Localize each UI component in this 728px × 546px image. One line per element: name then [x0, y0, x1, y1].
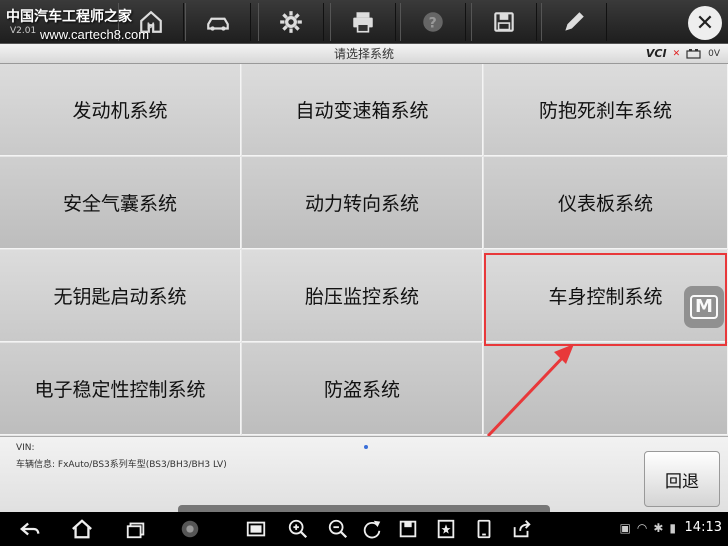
system-abs[interactable]: 防抱死刹车系统	[484, 64, 728, 156]
tablet-icon	[477, 519, 491, 539]
nav-recents-button[interactable]	[124, 517, 148, 541]
save-button[interactable]	[471, 3, 537, 41]
close-button[interactable]: ✕	[688, 6, 722, 40]
watermark-brand: 中国汽车工程师之家	[6, 9, 132, 25]
system-automatic-transmission[interactable]: 自动变速箱系统	[242, 64, 483, 156]
zoom-in-button[interactable]	[286, 517, 310, 541]
system-esc[interactable]: 电子稳定性控制系统	[0, 343, 241, 435]
nav-home-button[interactable]	[70, 517, 94, 541]
zoom-in-icon	[288, 519, 308, 539]
system-label: 防抱死刹车系统	[538, 100, 672, 122]
system-power-steering[interactable]: 动力转向系统	[242, 157, 483, 249]
vehicle-info: 车辆信息: FxAuto/BS3系列车型(BS3/BH3/BH3 LV)	[16, 460, 227, 470]
vehicle-swap-icon	[207, 17, 229, 31]
system-engine[interactable]: 发动机系统	[0, 64, 241, 156]
system-label: 防盗系统	[323, 379, 400, 401]
recent-apps-icon	[126, 522, 145, 539]
save-icon	[399, 520, 417, 538]
print-button[interactable]	[330, 3, 396, 41]
top-toolbar: M ? 中国汽车工程师之家 V2.01 www.cartech8.com ✕	[0, 0, 728, 44]
vehicle-info-panel: VIN: 车辆信息: FxAuto/BS3系列车型(BS3/BH3/BH3 LV…	[0, 436, 728, 513]
vci-disconnected-icon: ✕	[672, 49, 681, 59]
connection-status: VCI ✕ 0V	[646, 44, 720, 64]
browser-icon	[181, 520, 199, 538]
system-label: 胎压监控系统	[304, 286, 419, 308]
bookmark-button[interactable]	[434, 517, 458, 541]
system-label: 动力转向系统	[304, 193, 419, 215]
chrome-icon[interactable]	[178, 517, 202, 541]
title-bar: 请选择系统 VCI ✕ 0V	[0, 44, 728, 64]
rotate-button[interactable]	[360, 517, 384, 541]
page-title: 请选择系统	[333, 47, 394, 61]
watermark-url: www.cartech8.com	[40, 27, 150, 42]
help-icon: ?	[423, 12, 443, 32]
back-label: 回退	[665, 471, 699, 492]
bookmark-star-icon	[437, 519, 455, 539]
system-label: 安全气囊系统	[62, 193, 177, 215]
help-button[interactable]: ?	[400, 3, 466, 41]
status-clock: 14:13	[684, 520, 722, 535]
nav-back-button[interactable]	[18, 517, 42, 541]
system-tire-pressure[interactable]: 胎压监控系统	[242, 250, 483, 342]
android-nav-bar: ▣ ◠ ✱ ▮ 14:13	[0, 512, 728, 546]
system-label: 电子稳定性控制系统	[34, 379, 206, 401]
settings-button[interactable]	[258, 3, 324, 41]
bluetooth-icon: ✱	[653, 521, 664, 535]
m-icon: M	[690, 295, 718, 319]
print-icon	[353, 12, 373, 33]
share-icon	[513, 520, 531, 538]
system-airbag[interactable]: 安全气囊系统	[0, 157, 241, 249]
save-icon	[494, 12, 514, 32]
zoom-out-button[interactable]	[326, 517, 350, 541]
back-arrow-icon	[19, 522, 40, 536]
tablet-button[interactable]	[472, 517, 496, 541]
system-grid: 发动机系统 自动变速箱系统 防抱死刹车系统 安全气囊系统 动力转向系统 仪表板系…	[0, 64, 728, 436]
battery-voltage: 0V	[708, 49, 720, 59]
screenshot-icon	[246, 521, 266, 537]
settings-icon	[280, 11, 302, 33]
app-version: V2.01	[10, 26, 37, 36]
zoom-out-icon	[328, 519, 348, 539]
home-icon	[72, 519, 92, 539]
system-tray: ▣ ◠ ✱ ▮	[620, 521, 677, 535]
system-label: 自动变速箱系统	[295, 100, 429, 122]
share-button[interactable]	[510, 517, 534, 541]
system-label: 车身控制系统	[548, 286, 663, 308]
back-button[interactable]: 回退	[644, 451, 720, 507]
system-keyless-start[interactable]: 无钥匙启动系统	[0, 250, 241, 342]
system-empty-slot	[484, 343, 728, 435]
battery-icon	[686, 49, 701, 59]
edit-button[interactable]	[541, 3, 607, 41]
floating-menu-button[interactable]: M	[684, 286, 724, 328]
edit-icon	[565, 12, 584, 31]
gallery-icon: ▣	[619, 521, 631, 535]
rotate-icon	[363, 520, 381, 539]
nav-save-button[interactable]	[396, 517, 420, 541]
system-label: 仪表板系统	[557, 193, 653, 215]
vci-label: VCI	[645, 47, 667, 60]
screenshot-button[interactable]	[244, 517, 268, 541]
page-indicator-dot	[364, 445, 368, 449]
battery-icon: ▮	[669, 521, 676, 535]
vin-label: VIN:	[16, 443, 35, 453]
system-label: 无钥匙启动系统	[53, 286, 187, 308]
close-icon: ✕	[695, 10, 715, 36]
vehicle-swap-button[interactable]	[185, 3, 251, 41]
system-instrument-cluster[interactable]: 仪表板系统	[484, 157, 728, 249]
system-label: 发动机系统	[72, 100, 168, 122]
svg-text:?: ?	[429, 15, 437, 31]
wifi-icon: ◠	[636, 521, 648, 535]
system-anti-theft[interactable]: 防盗系统	[242, 343, 483, 435]
